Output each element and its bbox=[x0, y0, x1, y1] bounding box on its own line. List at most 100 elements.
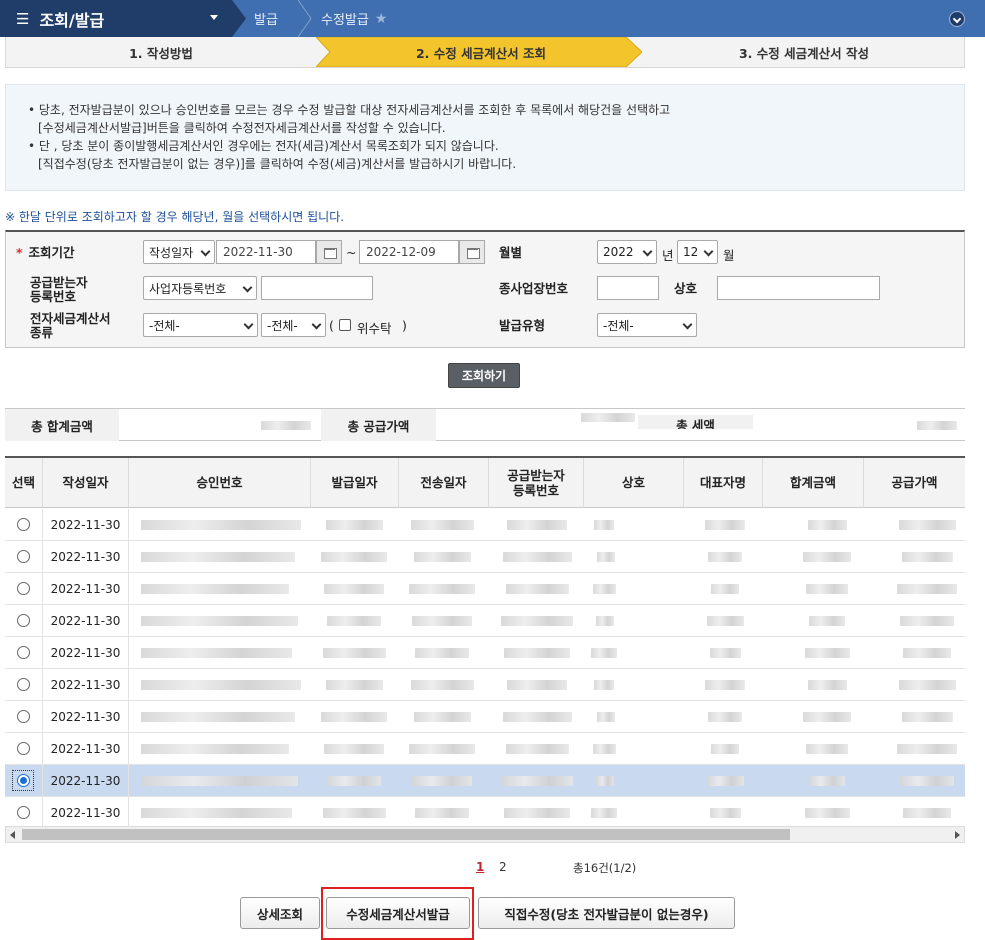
redacted-cell bbox=[415, 808, 469, 818]
page-1[interactable]: 1 bbox=[476, 860, 484, 874]
direct-modify-button[interactable]: 직접수정(당초 전자발급분이 없는경우) bbox=[478, 897, 735, 929]
notice-line: • 당초, 전자발급분이 있으나 승인번호를 모르는 경우 수정 발급할 대상 … bbox=[28, 103, 671, 117]
redacted-cell bbox=[141, 616, 298, 626]
date-to-input[interactable]: 2022-12-09 bbox=[359, 240, 459, 264]
period-label-text: 조회기간 bbox=[28, 245, 75, 260]
highlight-box bbox=[321, 887, 474, 940]
consign-checkbox[interactable] bbox=[339, 319, 351, 331]
redacted-cell bbox=[502, 712, 572, 722]
redacted-cell bbox=[803, 552, 851, 562]
table-row[interactable]: 2022-11-30 bbox=[5, 541, 965, 573]
search-button[interactable]: 조회하기 bbox=[448, 363, 520, 388]
invoice-subtype-select[interactable]: -전체- bbox=[261, 313, 326, 337]
consign-label: 위수탁 bbox=[357, 321, 392, 336]
period-label: * 조회기간 bbox=[16, 246, 75, 260]
invoice-table: 선택 작성일자 승인번호 발급일자 전송일자 공급받는자 등록번호 상호 대표자… bbox=[5, 456, 965, 826]
redacted-cell bbox=[410, 520, 474, 530]
row-radio[interactable] bbox=[17, 710, 30, 723]
step-1: 1. 작성방법 bbox=[129, 45, 193, 61]
month-label: 월별 bbox=[499, 245, 523, 260]
row-radio[interactable] bbox=[17, 678, 30, 691]
invoice-type-select[interactable]: -전체- bbox=[143, 313, 258, 337]
row-radio[interactable] bbox=[17, 614, 30, 627]
row-radio[interactable] bbox=[17, 742, 30, 755]
select-cell bbox=[5, 573, 43, 605]
redacted-cell bbox=[900, 776, 954, 786]
table-row[interactable]: 2022-11-30 bbox=[5, 605, 965, 637]
row-radio[interactable] bbox=[17, 550, 30, 563]
table-row[interactable]: 2022-11-30 bbox=[5, 733, 965, 765]
row-radio[interactable] bbox=[17, 774, 30, 787]
buyer-reg-type-select[interactable]: 사업자등록번호 bbox=[143, 276, 257, 300]
scroll-thumb[interactable] bbox=[22, 829, 790, 840]
redacted-cell bbox=[415, 648, 469, 658]
redacted-cell bbox=[409, 584, 475, 594]
redacted-cell bbox=[708, 552, 742, 562]
issue-type-label: 발급유형 bbox=[499, 318, 546, 333]
redacted-cell bbox=[809, 616, 845, 626]
paren-open: ( bbox=[329, 318, 334, 333]
monthly-tip: ※ 한달 단위로 조회하고자 할 경우 해당년, 월을 선택하시면 됩니다. bbox=[5, 210, 345, 224]
page-2[interactable]: 2 bbox=[499, 860, 507, 874]
buyer-reg-label: 공급받는자 등록번호 bbox=[30, 275, 88, 304]
redacted-cell bbox=[141, 744, 289, 754]
horizontal-scrollbar[interactable] bbox=[5, 826, 965, 843]
table-row[interactable]: 2022-11-30 bbox=[5, 701, 965, 733]
row-radio[interactable] bbox=[17, 806, 30, 819]
table-row[interactable]: 2022-11-30 bbox=[5, 765, 965, 797]
month-select[interactable]: 12 bbox=[677, 240, 718, 264]
scroll-left-icon[interactable] bbox=[10, 831, 15, 839]
redacted-cell bbox=[505, 744, 569, 754]
notice-line: [수정세금계산서발급]버튼을 클릭하여 수정전자세금계산서를 작성할 수 있습니… bbox=[38, 121, 446, 135]
redacted-cell bbox=[507, 520, 567, 530]
select-cell bbox=[5, 765, 43, 797]
redacted-cell bbox=[903, 648, 951, 658]
redacted-cell bbox=[141, 584, 289, 594]
crumb-separator-icon bbox=[298, 0, 312, 37]
sub-biz-input[interactable] bbox=[597, 276, 659, 300]
row-radio[interactable] bbox=[17, 646, 30, 659]
redacted-cell bbox=[501, 776, 573, 786]
select-cell bbox=[5, 509, 43, 541]
calendar-icon[interactable] bbox=[459, 240, 485, 264]
redacted-cell bbox=[141, 552, 295, 562]
table-row[interactable]: 2022-11-30 bbox=[5, 669, 965, 701]
redacted-cell bbox=[141, 776, 298, 786]
paren-close: ) bbox=[402, 318, 407, 333]
redacted-value bbox=[581, 413, 635, 422]
table-row[interactable]: 2022-11-30 bbox=[5, 797, 965, 826]
breadcrumb-label: 수정발급 bbox=[321, 13, 369, 28]
redacted-cell bbox=[597, 712, 615, 722]
table-row[interactable]: 2022-11-30 bbox=[5, 573, 965, 605]
redacted-cell bbox=[592, 584, 616, 594]
expand-circle-icon[interactable] bbox=[949, 11, 965, 27]
star-icon[interactable]: ★ bbox=[375, 11, 388, 27]
company-input[interactable] bbox=[717, 276, 880, 300]
breadcrumb-issue[interactable]: 발급 bbox=[254, 0, 278, 37]
redacted-cell bbox=[507, 680, 567, 690]
redacted-cell bbox=[322, 808, 386, 818]
year-select[interactable]: 2022 bbox=[597, 240, 657, 264]
row-date: 2022-11-30 bbox=[43, 637, 129, 669]
caret-down-icon bbox=[210, 15, 218, 20]
redacted-cell bbox=[141, 520, 301, 530]
table-row[interactable]: 2022-11-30 bbox=[5, 637, 965, 669]
row-radio[interactable] bbox=[17, 582, 30, 595]
buyer-reg-input[interactable] bbox=[261, 276, 373, 300]
detail-button[interactable]: 상세조회 bbox=[240, 897, 320, 929]
menu-dropdown[interactable]: ☰ 조회/발급 bbox=[0, 0, 232, 37]
issue-type-select[interactable]: -전체- bbox=[597, 313, 697, 337]
row-radio[interactable] bbox=[17, 518, 30, 531]
redacted-cell bbox=[708, 712, 742, 722]
date-type-select[interactable]: 작성일자 bbox=[143, 240, 215, 264]
col-ceo: 대표자명 bbox=[684, 458, 763, 508]
calendar-icon[interactable] bbox=[316, 240, 342, 264]
year-unit: 년 bbox=[662, 248, 674, 263]
company-label: 상호 bbox=[674, 281, 698, 296]
table-row[interactable]: 2022-11-30 bbox=[5, 509, 965, 541]
redacted-cell bbox=[325, 520, 383, 530]
redacted-value bbox=[261, 421, 311, 430]
scroll-right-icon[interactable] bbox=[955, 831, 960, 839]
breadcrumb-modify-issue[interactable]: 수정발급 ★ bbox=[321, 0, 387, 37]
date-from-input[interactable]: 2022-11-30 bbox=[216, 240, 316, 264]
